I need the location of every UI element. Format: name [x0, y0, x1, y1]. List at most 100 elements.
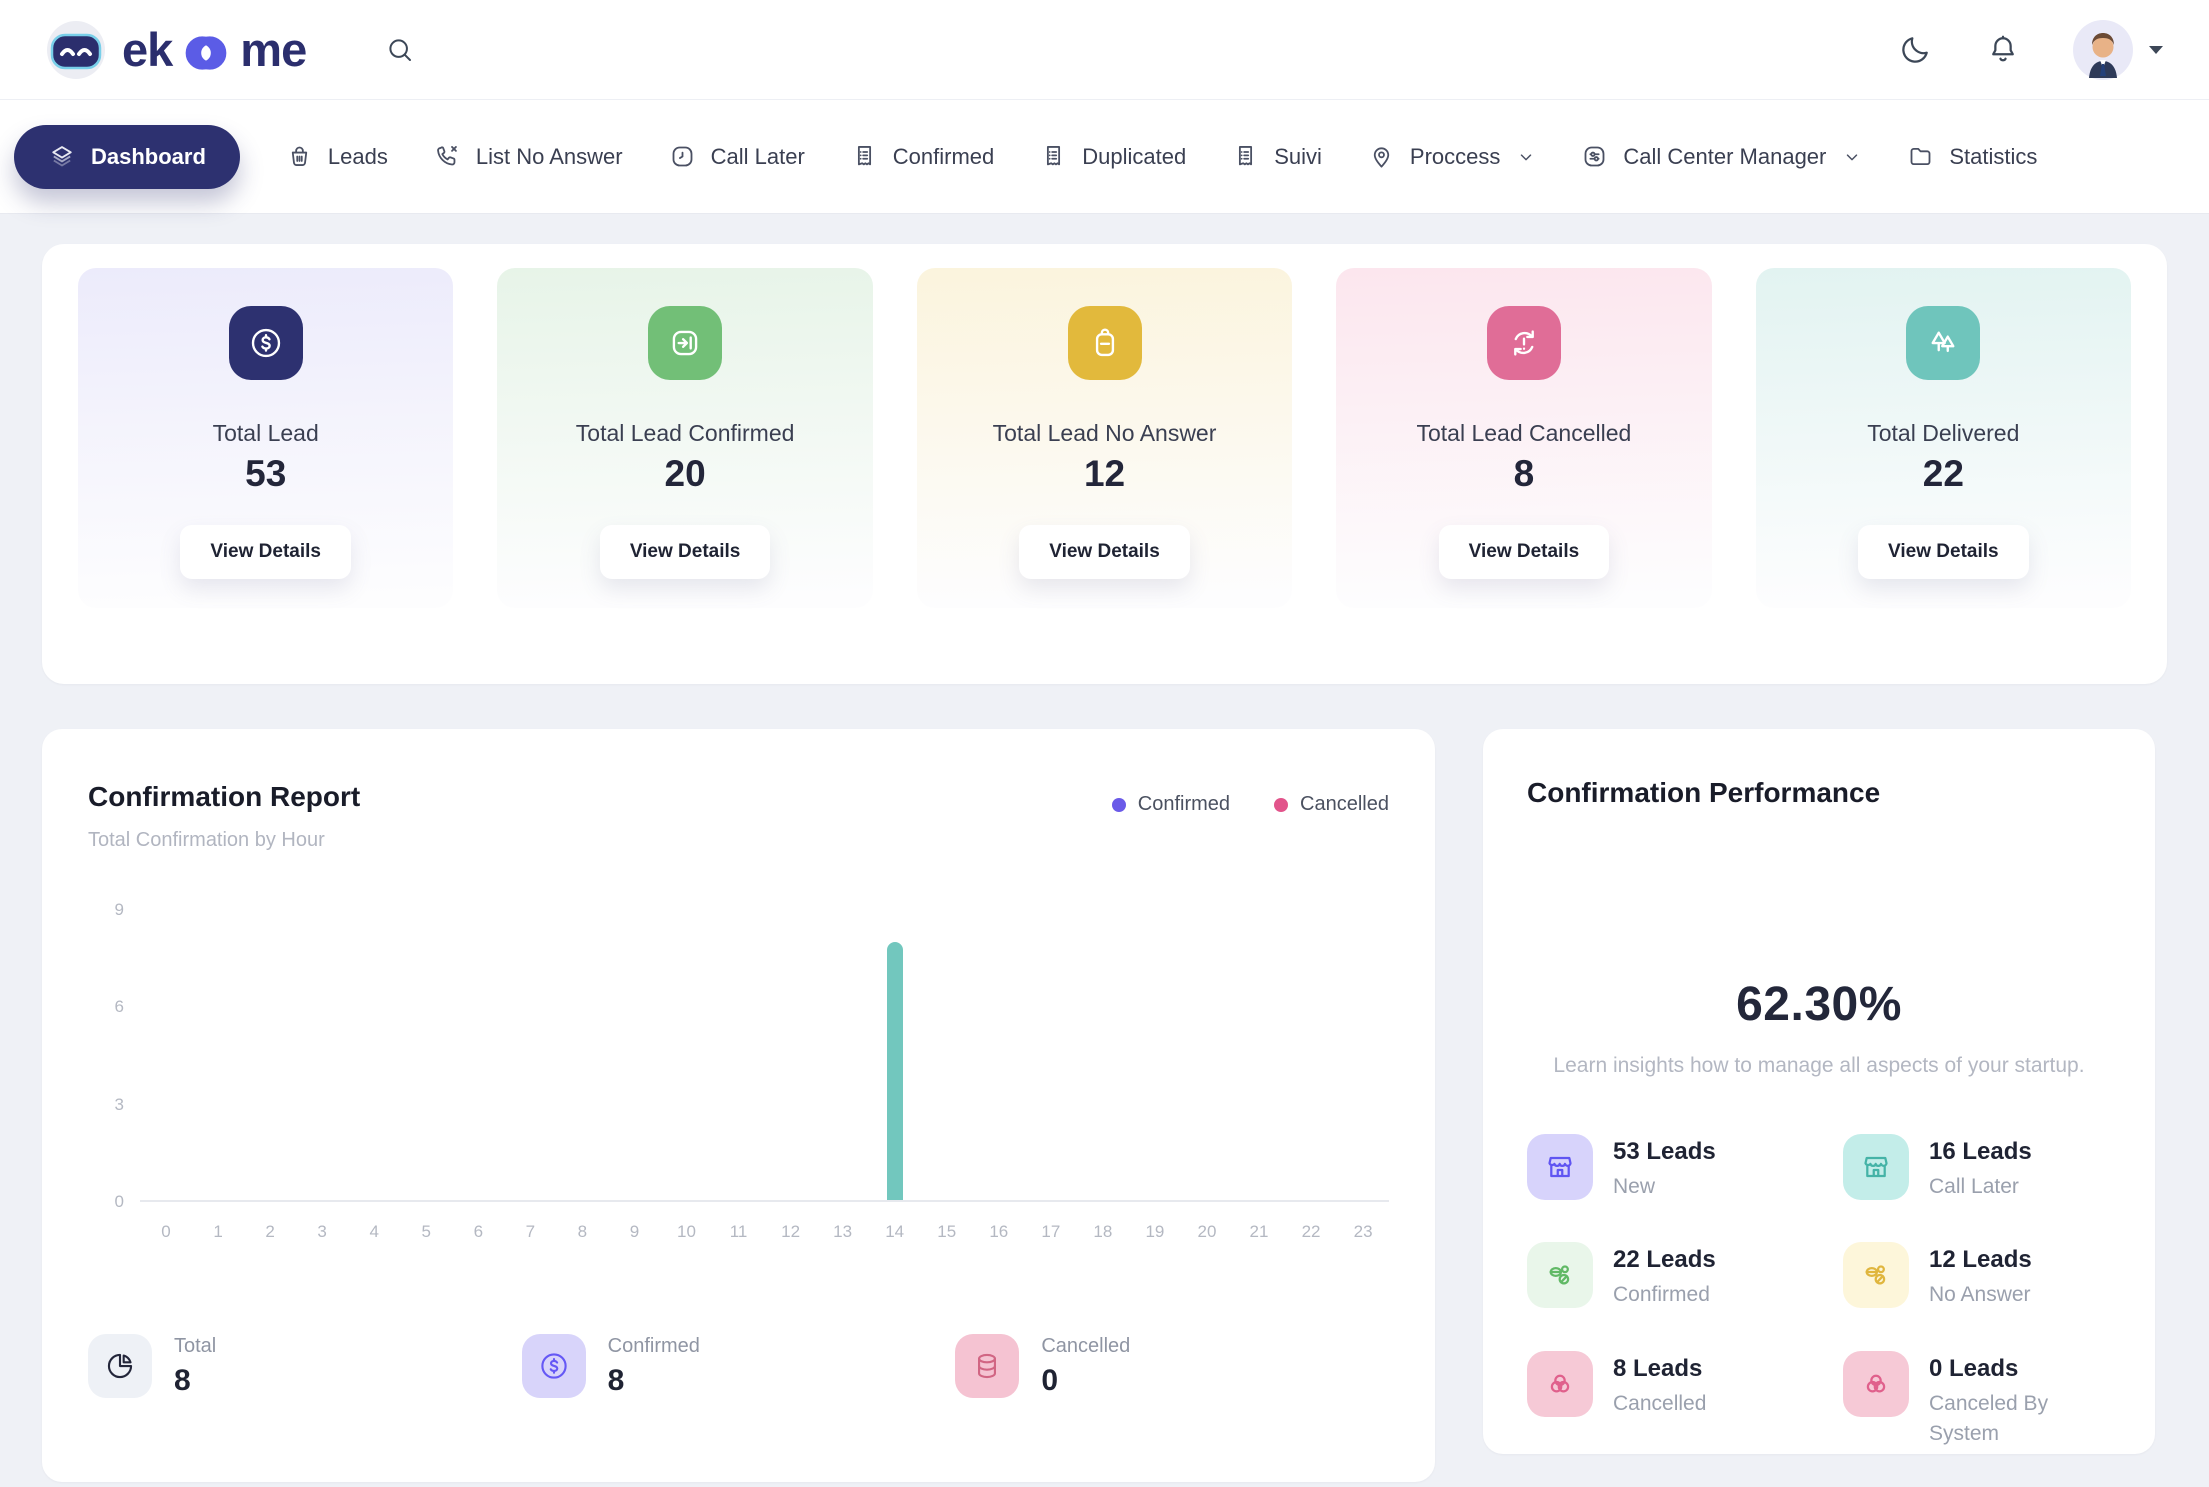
bar-confirmed-hour-14[interactable] [887, 942, 903, 1200]
database-icon [955, 1334, 1019, 1398]
y-tick-label: 3 [115, 1095, 124, 1115]
perf-stat-label: No Answer [1929, 1280, 2032, 1310]
x-tick-label: 17 [1025, 1222, 1077, 1242]
perf-stat-no-answer: 12 Leads No Answer [1843, 1242, 2111, 1310]
coins-icon [1843, 1242, 1909, 1308]
x-axis: 01234567891011121314151617181920212223 [140, 1222, 1389, 1242]
nav-item-proccess[interactable]: Proccess [1368, 143, 1535, 170]
receipt-icon [1232, 143, 1259, 170]
bar-slot [140, 910, 192, 1200]
perf-stat-new: 53 Leads New [1527, 1134, 1843, 1202]
stat-card-label: Total Lead Cancelled [1336, 420, 1711, 447]
bar-slot [713, 910, 765, 1200]
x-tick-label: 1 [192, 1222, 244, 1242]
pine-trees-icon [1906, 306, 1980, 380]
stat-card-label: Total Delivered [1756, 420, 2131, 447]
legend-item-cancelled[interactable]: Cancelled [1274, 793, 1389, 816]
x-tick-label: 19 [1129, 1222, 1181, 1242]
summary-confirmed: Confirmed 8 [522, 1334, 956, 1398]
nav-item-call-center-manager[interactable]: Call Center Manager [1581, 143, 1861, 170]
report-subtitle: Total Confirmation by Hour [88, 829, 360, 852]
logo[interactable]: ek me [44, 18, 306, 82]
phone-missed-icon [434, 143, 461, 170]
nav-item-call-later[interactable]: Call Later [669, 143, 805, 170]
summary-value: 8 [174, 1364, 216, 1398]
basket-icon [286, 143, 313, 170]
nav-item-confirmed[interactable]: Confirmed [851, 143, 994, 170]
x-tick-label: 3 [296, 1222, 348, 1242]
folder-icon [1907, 143, 1934, 170]
bar-slot [765, 910, 817, 1200]
venn-icon [1843, 1351, 1909, 1417]
nav-label: Leads [328, 144, 388, 170]
nav-label: Confirmed [893, 144, 994, 170]
receipt-icon [1040, 143, 1067, 170]
x-tick-label: 11 [713, 1222, 765, 1242]
legend-dot-cancelled [1274, 798, 1288, 812]
stat-card-total-lead-cancelled: Total Lead Cancelled 8 View Details [1336, 268, 1711, 608]
x-tick-label: 21 [1233, 1222, 1285, 1242]
nav-item-suivi[interactable]: Suivi [1232, 143, 1322, 170]
y-tick-label: 9 [115, 900, 124, 920]
sync-alert-icon [1487, 306, 1561, 380]
caret-down-icon[interactable] [2147, 44, 2165, 56]
moon-icon[interactable] [1897, 32, 1933, 68]
stats-panel: Total Lead 53 View Details Total Lead Co… [42, 244, 2167, 684]
perf-stat-value: 16 Leads [1929, 1138, 2032, 1166]
clock-icon [669, 143, 696, 170]
perf-stat-value: 22 Leads [1613, 1246, 1716, 1274]
perf-stat-value: 53 Leads [1613, 1138, 1716, 1166]
nav-item-leads[interactable]: Leads [286, 143, 388, 170]
summary-value: 8 [608, 1364, 700, 1398]
x-tick-label: 16 [973, 1222, 1025, 1242]
view-details-button[interactable]: View Details [1019, 525, 1190, 579]
confirmation-report-card: Confirmation Report Total Confirmation b… [42, 729, 1435, 1482]
bar-slot [504, 910, 556, 1200]
legend-label: Confirmed [1138, 793, 1230, 816]
dollar-coin-icon [522, 1334, 586, 1398]
legend-label: Cancelled [1300, 793, 1389, 816]
bar-slot [452, 910, 504, 1200]
perf-stat-label: Confirmed [1613, 1280, 1716, 1310]
perf-stat-label: Cancelled [1613, 1389, 1706, 1419]
nav-item-statistics[interactable]: Statistics [1907, 143, 2037, 170]
view-details-button[interactable]: View Details [1858, 525, 2029, 579]
bar-slot [1129, 910, 1181, 1200]
performance-description: Learn insights how to manage all aspects… [1527, 1054, 2111, 1078]
x-tick-label: 7 [504, 1222, 556, 1242]
nav-item-list-no-answer[interactable]: List No Answer [434, 143, 623, 170]
legend-item-confirmed[interactable]: Confirmed [1112, 793, 1230, 816]
perf-stat-value: 0 Leads [1929, 1355, 2109, 1383]
view-details-button[interactable]: View Details [180, 525, 351, 579]
storefront-icon [1527, 1134, 1593, 1200]
chart-legend: Confirmed Cancelled [1112, 793, 1389, 816]
nav-item-duplicated[interactable]: Duplicated [1040, 143, 1186, 170]
nav-label: Statistics [1949, 144, 2037, 170]
bar-slot [192, 910, 244, 1200]
x-tick-label: 2 [244, 1222, 296, 1242]
map-pin-icon [1368, 143, 1395, 170]
receipt-icon [851, 143, 878, 170]
bar-slot [1285, 910, 1337, 1200]
view-details-button[interactable]: View Details [1439, 525, 1610, 579]
view-details-button[interactable]: View Details [600, 525, 771, 579]
bar-slot [608, 910, 660, 1200]
report-title: Confirmation Report [88, 781, 360, 813]
x-tick-label: 8 [556, 1222, 608, 1242]
summary-cancelled: Cancelled 0 [955, 1334, 1389, 1398]
bell-icon[interactable] [1985, 32, 2021, 68]
x-tick-label: 15 [921, 1222, 973, 1242]
x-tick-label: 20 [1181, 1222, 1233, 1242]
stat-card-value: 53 [78, 453, 453, 495]
bar-slot [1337, 910, 1389, 1200]
report-summary: Total 8 Confirmed 8 [88, 1334, 1389, 1398]
x-tick-label: 12 [765, 1222, 817, 1242]
perf-stat-value: 8 Leads [1613, 1355, 1706, 1383]
nav-item-dashboard[interactable]: Dashboard [14, 125, 240, 189]
chevron-down-icon [1517, 148, 1535, 166]
legend-dot-confirmed [1112, 798, 1126, 812]
summary-label: Total [174, 1335, 216, 1358]
search-icon[interactable] [384, 34, 416, 66]
avatar[interactable] [2073, 20, 2133, 80]
x-tick-label: 9 [608, 1222, 660, 1242]
